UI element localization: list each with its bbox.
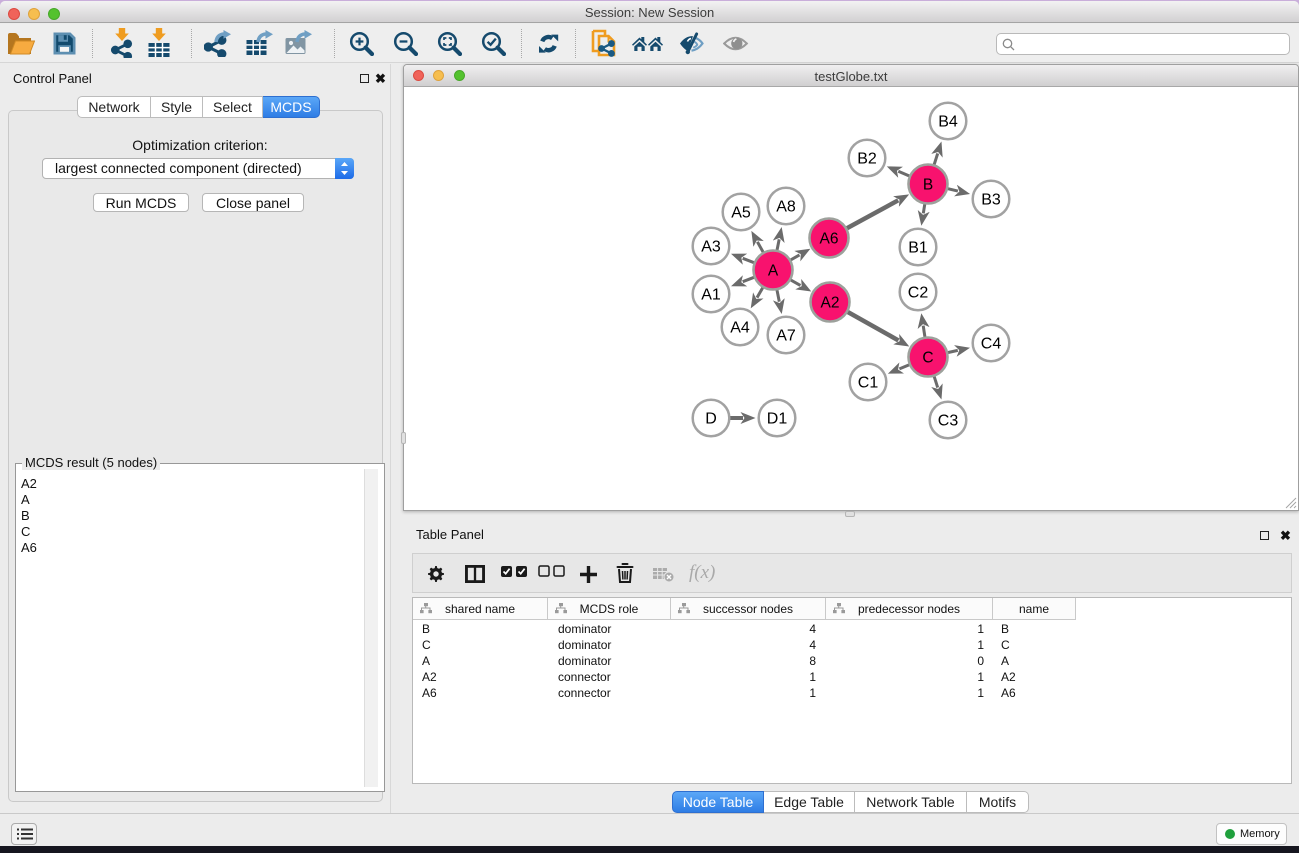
svg-text:A8: A8 xyxy=(776,199,796,216)
svg-text:A: A xyxy=(768,263,779,280)
svg-text:A6: A6 xyxy=(820,231,839,248)
svg-text:A3: A3 xyxy=(701,239,721,256)
svg-text:A5: A5 xyxy=(731,205,751,222)
svg-text:C3: C3 xyxy=(938,413,959,430)
svg-text:B: B xyxy=(923,177,933,194)
svg-text:D: D xyxy=(705,411,717,428)
svg-text:B3: B3 xyxy=(981,192,1001,209)
svg-text:C4: C4 xyxy=(981,336,1002,353)
svg-text:A4: A4 xyxy=(730,320,750,337)
svg-text:C: C xyxy=(922,350,933,367)
svg-text:A2: A2 xyxy=(821,295,840,312)
svg-text:D1: D1 xyxy=(767,411,788,428)
svg-text:A7: A7 xyxy=(776,328,796,345)
svg-text:C1: C1 xyxy=(858,375,879,392)
svg-text:B1: B1 xyxy=(908,240,928,257)
svg-text:C2: C2 xyxy=(908,285,929,302)
svg-text:B2: B2 xyxy=(857,151,877,168)
svg-text:A1: A1 xyxy=(701,287,721,304)
svg-text:B4: B4 xyxy=(938,114,958,131)
